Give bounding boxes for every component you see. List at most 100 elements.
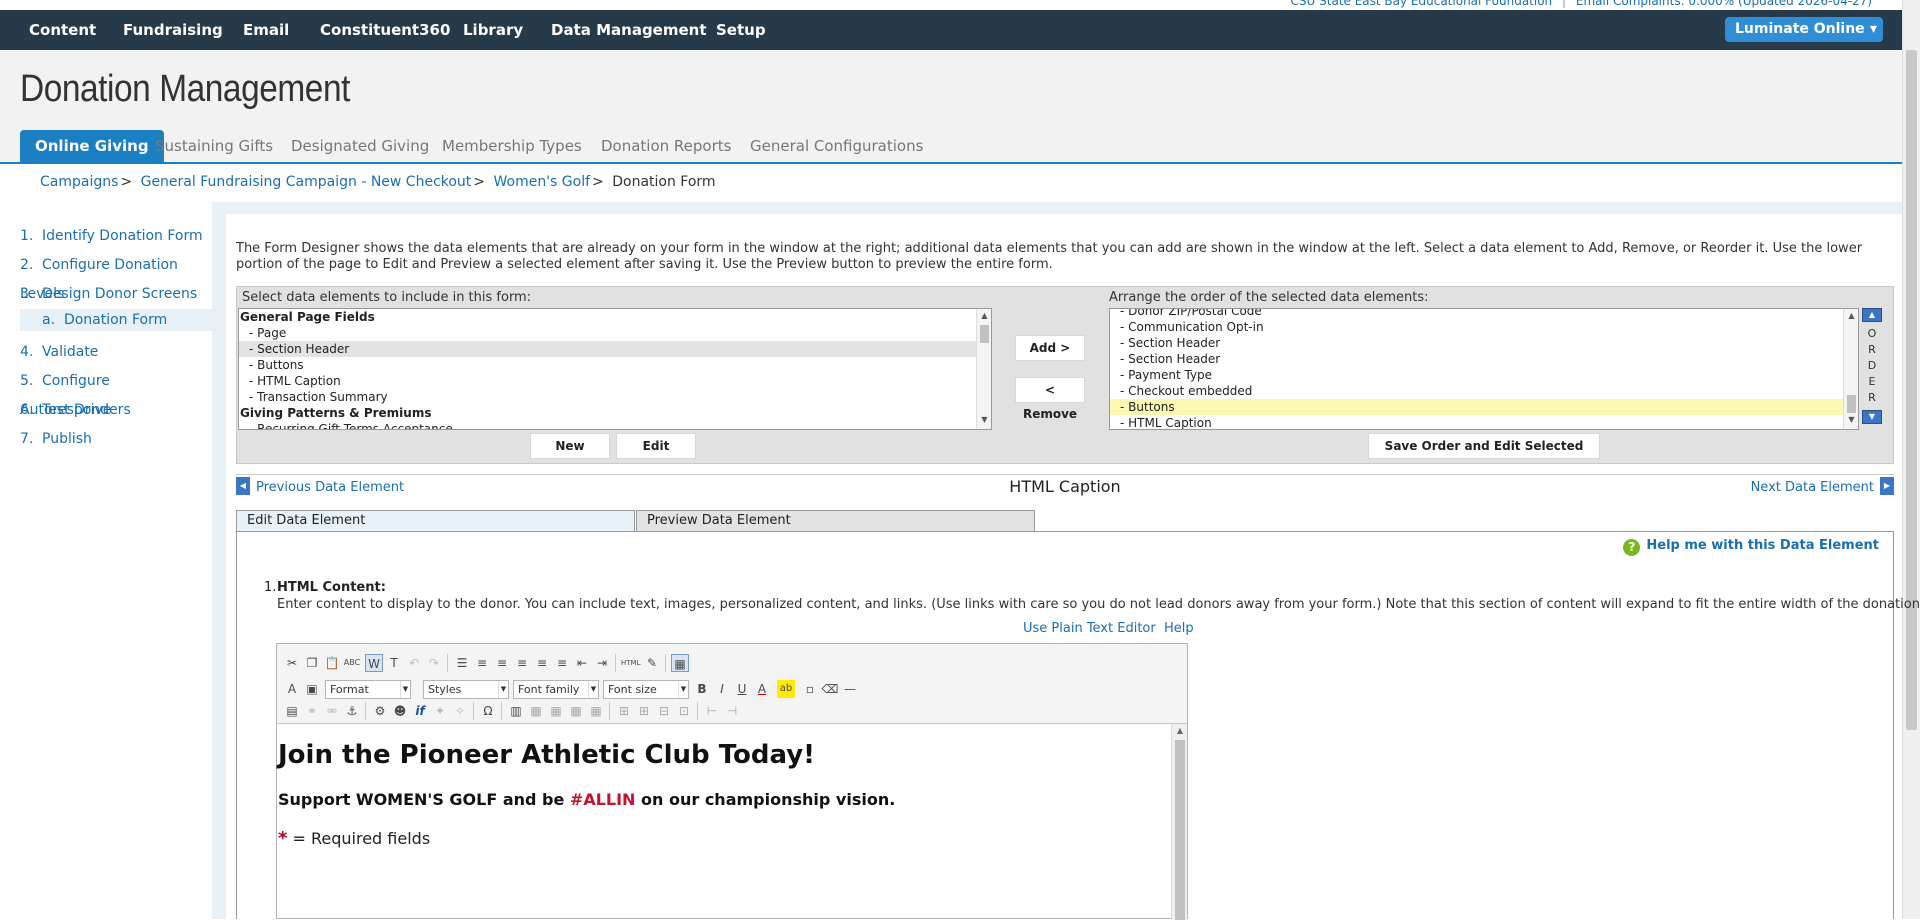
step-test-drive[interactable]: 6. Test Drive	[20, 396, 212, 425]
step-autoresponders[interactable]: 5. Configure Autoresponders	[20, 367, 212, 418]
conditional-else-icon[interactable]: ✦	[431, 702, 449, 720]
highlight-color-icon[interactable]: ab	[777, 680, 795, 698]
paste-icon[interactable]: 📋	[323, 654, 341, 672]
list-item[interactable]: - Section Header	[1110, 351, 1858, 367]
list-item[interactable]: - Checkout embedded	[1110, 383, 1858, 399]
list-item[interactable]: - Section Header	[239, 341, 991, 357]
insert-image-icon[interactable]: ▤	[283, 702, 301, 720]
table-props-icon[interactable]: ▦	[527, 702, 545, 720]
eraser-icon[interactable]: ⌫	[821, 680, 839, 698]
org-link[interactable]: CSU State East Bay Educational Foundatio…	[1291, 0, 1553, 8]
table-icon[interactable]: ▦	[671, 654, 689, 672]
list-item[interactable]: - Section Header	[1110, 335, 1858, 351]
clean-up-icon[interactable]: ✎	[643, 654, 661, 672]
save-order-button[interactable]: Save Order and Edit Selected	[1368, 433, 1600, 459]
scroll-down-icon[interactable]: ▼	[977, 415, 991, 427]
list-item[interactable]: - Page	[239, 325, 991, 341]
nav-library[interactable]: Library	[463, 10, 523, 50]
insert-row-icon[interactable]: ▦	[587, 702, 605, 720]
add-button[interactable]: Add >	[1015, 335, 1085, 361]
tab-membership-types[interactable]: Membership Types	[442, 130, 582, 162]
available-elements-list[interactable]: General Page Fields - Page - Section Hea…	[238, 308, 992, 430]
tab-sustaining-gifts[interactable]: Sustaining Gifts	[155, 130, 273, 162]
style-icon[interactable]: A	[283, 680, 301, 698]
italic-icon[interactable]: I	[713, 680, 731, 698]
insert-row-after-icon[interactable]: ⊞	[635, 702, 653, 720]
tab-edit-data-element[interactable]: Edit Data Element	[236, 510, 635, 532]
paste-word-icon[interactable]: W	[365, 654, 383, 672]
align-center-icon[interactable]: ≡	[513, 654, 531, 672]
conditional-end-icon[interactable]: ✧	[451, 702, 469, 720]
redo-icon[interactable]: ↷	[425, 654, 443, 672]
font-family-select[interactable]: Font family ▼	[513, 680, 599, 699]
editor-help-link[interactable]: Help	[1164, 621, 1194, 636]
split-cells-icon[interactable]: ⊢	[703, 702, 721, 720]
step-validate[interactable]: 4. Validate	[20, 338, 212, 367]
nav-setup[interactable]: Setup	[716, 10, 766, 50]
font-size-select[interactable]: Font size ▼	[603, 680, 689, 699]
scroll-down-icon[interactable]: ▼	[1844, 415, 1858, 427]
insert-image-icon[interactable]: ▣	[303, 680, 321, 698]
bold-icon[interactable]: B	[693, 680, 711, 698]
delete-col-icon[interactable]: ⊣	[723, 702, 741, 720]
cut-icon[interactable]: ✂	[283, 654, 301, 672]
breadcrumb-campaign[interactable]: General Fundraising Campaign - New Check…	[141, 174, 472, 190]
row-props-icon[interactable]: ▦	[547, 702, 565, 720]
list-scrollbar[interactable]: ▲ ▼	[1843, 309, 1858, 429]
substep-donation-form[interactable]: a. Donation Form	[20, 309, 212, 331]
styles-select[interactable]: Styles ▼	[423, 680, 509, 699]
move-down-icon[interactable]: ▼	[1862, 410, 1882, 424]
list-item[interactable]: - Buttons	[239, 357, 991, 373]
step-publish[interactable]: 7. Publish	[20, 425, 212, 454]
nav-data-management[interactable]: Data Management	[551, 10, 707, 50]
editor-content-area[interactable]: Join the Pioneer Athletic Club Today! Su…	[277, 724, 1172, 920]
plain-text-editor-link[interactable]: Use Plain Text Editor	[1023, 621, 1156, 636]
personalization-icon[interactable]: ☻	[391, 702, 409, 720]
breadcrumb-form-group[interactable]: Women's Golf	[493, 174, 590, 190]
list-item[interactable]: - Buttons	[1110, 399, 1858, 415]
list-item[interactable]: - Payment Type	[1110, 367, 1858, 383]
underline-icon[interactable]: U	[733, 680, 751, 698]
tab-donation-reports[interactable]: Donation Reports	[601, 130, 731, 162]
spellcheck-icon[interactable]: ABC	[343, 654, 361, 672]
cell-props-icon[interactable]: ▦	[567, 702, 585, 720]
list-item[interactable]: - Recurring Gift Terms Acceptance	[239, 421, 991, 429]
remove-button[interactable]: < Remove	[1015, 377, 1085, 421]
list-scrollbar[interactable]: ▲ ▼	[976, 309, 991, 429]
breadcrumb-campaigns[interactable]: Campaigns	[40, 174, 118, 190]
nav-fundraising[interactable]: Fundraising	[123, 10, 223, 50]
next-element-link[interactable]: Next Data Element	[1751, 480, 1874, 495]
horizontal-rule-icon[interactable]: —	[841, 680, 859, 698]
tab-designated-giving[interactable]: Designated Giving	[291, 130, 429, 162]
tab-general-configurations[interactable]: General Configurations	[750, 130, 923, 162]
nav-content[interactable]: Content	[29, 10, 96, 50]
conditional-if-icon[interactable]: if	[411, 702, 429, 720]
scroll-thumb[interactable]	[1847, 395, 1856, 413]
paste-text-icon[interactable]: T	[385, 654, 403, 672]
step-configure-levels[interactable]: 2. Configure Donation Levels	[20, 251, 212, 302]
delete-row-icon[interactable]: ⊟	[655, 702, 673, 720]
list-item[interactable]: Giving Patterns & Premiums	[239, 405, 991, 421]
insert-form-icon[interactable]: ▥	[507, 702, 525, 720]
unlink-icon[interactable]: ⚮	[323, 702, 341, 720]
undo-icon[interactable]: ↶	[405, 654, 423, 672]
nav-constituent360[interactable]: Constituent360	[320, 10, 450, 50]
scroll-thumb[interactable]	[980, 325, 989, 343]
insert-row-before-icon[interactable]: ⊞	[615, 702, 633, 720]
merge-cells-icon[interactable]: ⊡	[675, 702, 693, 720]
scroll-up-icon[interactable]: ▲	[1844, 311, 1858, 323]
luminate-online-button[interactable]: Luminate Online ▾	[1725, 17, 1883, 42]
list-item[interactable]: General Page Fields	[239, 309, 991, 325]
anchor-box-icon[interactable]: ▫	[801, 680, 819, 698]
edit-button[interactable]: Edit	[616, 433, 696, 459]
list-item[interactable]: - Donor ZIP/Postal Code	[1110, 309, 1858, 319]
move-up-icon[interactable]: ▲	[1862, 308, 1882, 322]
bullet-list-icon[interactable]: ☰	[453, 654, 471, 672]
text-color-icon[interactable]: A	[753, 680, 771, 698]
step-identify[interactable]: 1. Identify Donation Form	[20, 222, 212, 251]
list-item[interactable]: - Transaction Summary	[239, 389, 991, 405]
indent-icon[interactable]: ⇥	[593, 654, 611, 672]
editor-scroll-thumb[interactable]	[1175, 740, 1185, 920]
step-design-screens[interactable]: 3. Design Donor Screens	[20, 280, 212, 309]
scroll-up-icon[interactable]: ▲	[977, 311, 991, 323]
